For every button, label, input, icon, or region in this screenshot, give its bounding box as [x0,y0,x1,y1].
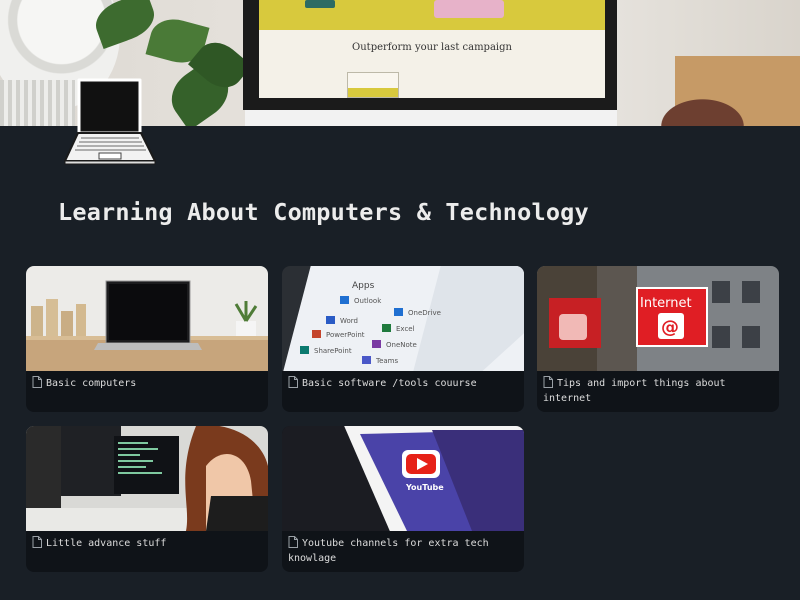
svg-text:@: @ [661,317,679,338]
card-title-text: Youtube channels for extra tech knowlage [288,538,495,564]
youtube-phone-photo: YouTube [282,426,524,531]
document-icon [288,536,298,548]
document-icon [543,376,553,388]
svg-text:Word: Word [340,317,358,325]
person-at-monitors-photo [26,426,268,531]
svg-text:Teams: Teams [375,357,399,365]
card-title-text: Little advance stuff [46,538,167,549]
gallery-card[interactable]: Internet @ Tips and import things about … [537,266,779,412]
card-title-text: Tips and import things about internet [543,378,732,404]
document-icon [32,536,42,548]
laptop-icon[interactable] [63,77,157,165]
laptop-on-desk-photo [26,266,268,371]
cover-screen-text: Outperform your last campaign [352,42,512,53]
office-apps-tablet-photo: Apps Outlook OneDrive Word Excel PowerPo… [282,266,524,371]
gallery-card[interactable]: Basic computers [26,266,268,412]
svg-text:Apps: Apps [352,281,375,291]
svg-text:PowerPoint: PowerPoint [326,331,365,339]
svg-text:Internet: Internet [640,296,692,311]
document-icon [32,376,42,388]
card-title-text: Basic software /tools couurse [302,378,477,389]
svg-text:OneDrive: OneDrive [408,309,441,317]
document-icon [288,376,298,388]
svg-text:Outlook: Outlook [354,297,382,305]
svg-text:SharePoint: SharePoint [314,347,352,355]
gallery-card[interactable]: Apps Outlook OneDrive Word Excel PowerPo… [282,266,524,412]
svg-text:YouTube: YouTube [405,483,444,492]
svg-text:OneNote: OneNote [386,341,417,349]
gallery-card[interactable]: Little advance stuff [26,426,268,572]
svg-text:Excel: Excel [396,325,415,333]
card-title-text: Basic computers [46,378,137,389]
page-title: Learning About Computers & Technology [58,198,589,226]
gallery-card[interactable]: YouTube Youtube channels for extra tech … [282,426,524,572]
internet-sign-photo: Internet @ [537,266,779,371]
